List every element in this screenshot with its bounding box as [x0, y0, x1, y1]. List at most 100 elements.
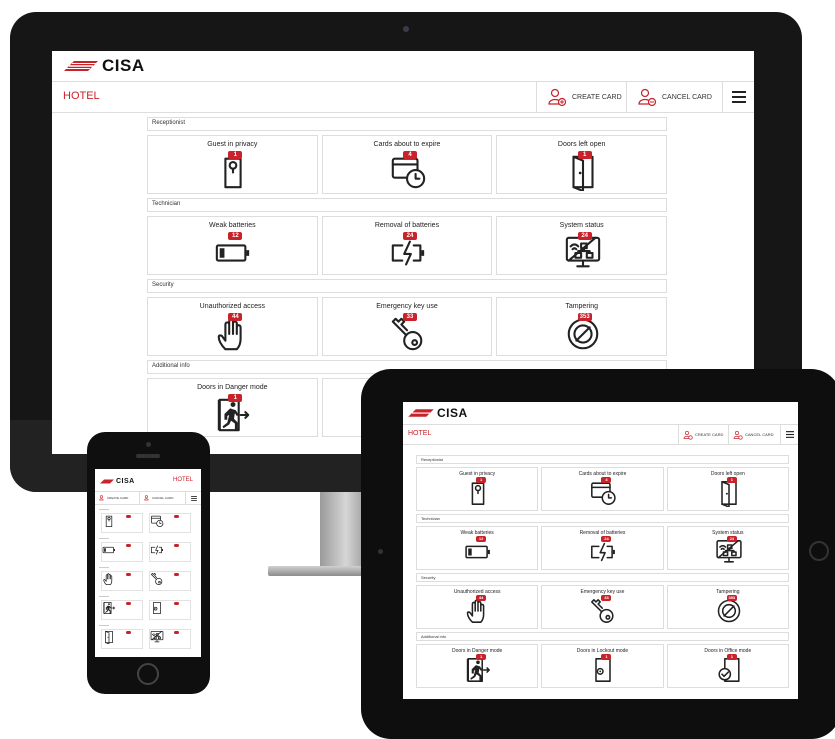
cancel-card-button[interactable]: CANCEL CARD	[626, 82, 723, 112]
phone-alert-count-badge	[126, 631, 131, 634]
phone-tile-system-status[interactable]	[149, 629, 191, 649]
create-card-label: CREATE CARD	[572, 93, 622, 101]
card-clock-icon	[151, 515, 164, 527]
system-status-icon	[716, 540, 742, 563]
tablet-section-title: Security	[421, 575, 436, 580]
phone-tile-removal-of-batteries[interactable]	[149, 542, 191, 562]
phone-alert-count-badge	[126, 573, 131, 576]
desktop-tile-guest-in-privacy[interactable]: Guest in privacy 1	[147, 135, 318, 194]
tablet-tile-guest-in-privacy[interactable]: Guest in privacy 1	[416, 467, 539, 511]
tablet-tile-doors-in-lockout-mode[interactable]: Doors in Lockout mode 1	[541, 644, 664, 688]
desktop-tile-weak-batteries[interactable]: Weak batteries 12	[147, 216, 318, 275]
phone-create-card-button[interactable]: CREATE CARD	[95, 492, 139, 504]
desktop-section-title: Additional info	[152, 363, 190, 369]
phone-tile-unauthorized-access[interactable]	[101, 571, 143, 591]
tablet-section-title: Receptionist	[421, 457, 444, 462]
desktop-section-receptionist: Receptionist	[147, 117, 667, 131]
tablet-home-button	[809, 541, 829, 561]
phone-tile-emergency-key-use[interactable]	[149, 571, 191, 591]
phone-camera	[146, 442, 151, 447]
tablet-tile-doors-left-open[interactable]: Doors left open 1	[666, 467, 789, 511]
lockout-door-icon	[595, 658, 612, 682]
desktop-tile-doors-left-open[interactable]: Doors left open 1	[496, 135, 667, 194]
monitor-camera	[403, 26, 409, 32]
create-card-button[interactable]: CREATE CARD	[536, 82, 627, 112]
desktop-section-technician: Technician	[147, 198, 667, 212]
desktop-tile-label: Doors left open	[557, 141, 606, 148]
phone-hamburger-icon	[191, 495, 197, 501]
phone-tile-cards-about-to-expire[interactable]	[149, 513, 191, 533]
tablet-tile-doors-in-office-mode[interactable]: Doors in Office mode 1	[666, 644, 789, 688]
tablet-hamburger-icon	[786, 431, 794, 438]
tablet-alert-count-badge: 353	[726, 595, 737, 601]
tablet-tile-removal-of-batteries[interactable]: Removal of batteries 24	[541, 526, 664, 570]
phone-tile-weak-batteries[interactable]	[101, 542, 143, 562]
phone-logo-text: CISA	[116, 477, 135, 485]
tablet-create-card-button[interactable]: CREATE CARD	[678, 425, 729, 444]
desktop-tile-system-status[interactable]: System status 24	[496, 216, 667, 275]
phone-logo-mark-icon	[100, 478, 114, 484]
phone-tile-doors-in-lockout-mode[interactable]	[149, 600, 191, 620]
tablet-create-card-icon	[683, 430, 693, 440]
tablet-screen: CISA HOTEL CREATE CARD CANCEL CARD Recep…	[403, 402, 798, 699]
tablet-alert-count-badge: 1	[726, 477, 737, 483]
cisa-logo: CISA	[64, 56, 145, 75]
desktop-alert-count-badge: 24	[577, 232, 592, 240]
tablet-hamburger-button[interactable]	[780, 425, 798, 444]
tablet-alert-count-badge: 1	[601, 654, 612, 660]
key-icon	[591, 599, 615, 623]
phone-page-title[interactable]: HOTEL	[173, 477, 193, 483]
phone-screen: CISA HOTEL CREATE CARD CANCEL CARD	[95, 469, 201, 657]
desktop-alert-count-badge: 353	[577, 313, 592, 321]
phone-cancel-card-button[interactable]: CANCEL CARD	[139, 492, 186, 504]
hamburger-menu-button[interactable]	[722, 82, 754, 112]
desktop-tile-doors-in-danger-mode[interactable]: Doors in Danger mode 1	[147, 378, 318, 437]
tablet-alert-count-badge: 44	[476, 595, 487, 601]
low-battery-icon	[102, 546, 115, 554]
system-status-icon	[150, 631, 164, 643]
phone-speaker	[136, 454, 160, 458]
desktop-section-security: Security	[147, 279, 667, 293]
tablet-cisa-logo: CISA	[408, 406, 468, 420]
tablet-tile-tampering[interactable]: Tampering 353	[666, 585, 789, 629]
phone-alert-count-badge	[126, 515, 131, 518]
page-title[interactable]: HOTEL	[63, 90, 100, 102]
desktop-tile-unauthorized-access[interactable]: Unauthorized access 44	[147, 297, 318, 356]
desktop-section-title: Security	[152, 282, 174, 288]
lockout-door-icon	[153, 602, 161, 614]
phone-tile-doors-left-open[interactable]	[101, 629, 143, 649]
desktop-tile-removal-of-batteries[interactable]: Removal of batteries 24	[321, 216, 493, 275]
door-hanger-icon	[105, 515, 113, 527]
desktop-alert-count-badge: 33	[402, 313, 417, 321]
tablet-tile-cards-about-to-expire[interactable]: Cards about to expire 4	[541, 467, 664, 511]
desktop-tile-emergency-key-use[interactable]: Emergency key use 33	[321, 297, 493, 356]
hamburger-icon	[732, 91, 746, 103]
tablet-tile-unauthorized-access[interactable]: Unauthorized access 44	[416, 585, 539, 629]
phone-tile-doors-in-danger-mode[interactable]	[101, 600, 143, 620]
tablet-tile-weak-batteries[interactable]: Weak batteries 12	[416, 526, 539, 570]
tablet-section-title: Technician	[421, 516, 440, 521]
tablet-alert-count-badge: 1	[476, 477, 487, 483]
desktop-alert-count-badge: 24	[402, 232, 417, 240]
cisa-logo-mark-icon	[64, 61, 98, 71]
tablet-tile-doors-in-danger-mode[interactable]: Doors in Danger mode 1	[416, 644, 539, 688]
battery-removal-icon	[591, 542, 616, 562]
tablet-cancel-card-button[interactable]: CANCEL CARD	[728, 425, 781, 444]
tablet-tile-emergency-key-use[interactable]: Emergency key use 33	[541, 585, 664, 629]
tablet-alert-count-badge: 4	[601, 477, 612, 483]
desktop-tile-cards-about-to-expire[interactable]: Cards about to expire 4	[321, 135, 493, 194]
tablet-page-title[interactable]: HOTEL	[408, 430, 431, 437]
phone-alert-count-badge	[126, 602, 131, 605]
tablet-alert-count-badge: 24	[601, 536, 612, 542]
tablet-tile-system-status[interactable]: System status 24	[666, 526, 789, 570]
phone-cancel-card-label: CANCEL CARD	[152, 496, 174, 500]
desktop-alert-count-badge: 1	[228, 151, 243, 159]
desktop-tile-tampering[interactable]: Tampering 353	[496, 297, 667, 356]
phone-hamburger-button[interactable]	[185, 492, 201, 504]
phone-create-card-label: CREATE CARD	[107, 496, 129, 500]
phone-home-button	[137, 663, 159, 685]
phone-tile-guest-in-privacy[interactable]	[101, 513, 143, 533]
battery-removal-icon	[151, 545, 163, 555]
tablet-alert-count-badge: 12	[476, 536, 487, 542]
desktop-tile-label: System status	[559, 222, 604, 229]
